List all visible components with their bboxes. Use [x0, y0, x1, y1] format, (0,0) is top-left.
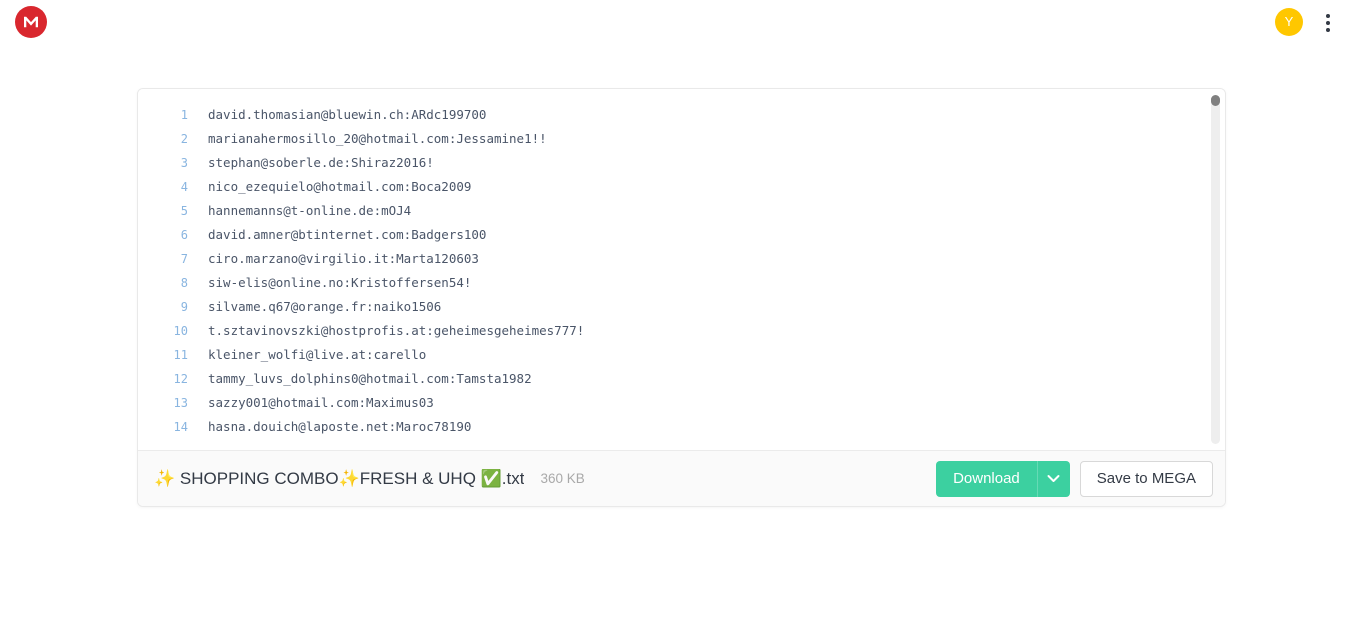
line-number: 14 [173, 420, 188, 434]
line-text[interactable]: siw-elis@online.no:Kristoffersen54! [188, 271, 471, 295]
code-line: 9 silvame.q67@orange.fr:naiko1506 [138, 295, 1225, 319]
chevron-down-icon [1047, 475, 1060, 482]
code-line: 5 hannemanns@t-online.de:mOJ4 [138, 199, 1225, 223]
line-text[interactable]: silvame.q67@orange.fr:naiko1506 [188, 295, 441, 319]
top-bar: Y [0, 0, 1360, 45]
line-text[interactable]: marianahermosillo_20@hotmail.com:Jessami… [188, 127, 547, 151]
avatar[interactable]: Y [1275, 8, 1303, 36]
text-viewer[interactable]: 1 david.thomasian@bluewin.ch:ARdc199700 2 m… [138, 89, 1225, 450]
line-number: 10 [173, 324, 188, 338]
mega-m-glyph [24, 16, 38, 28]
code-line: 11 kleiner_wolfi@live.at:carello [138, 343, 1225, 367]
line-number: 1 [180, 108, 188, 122]
code-line: 8 siw-elis@online.no:Kristoffersen54! [138, 271, 1225, 295]
kebab-dot [1326, 21, 1330, 25]
file-size: 360 KB [540, 471, 585, 486]
line-number: 7 [180, 252, 188, 266]
line-text[interactable]: ciro.marzano@virgilio.it:Marta120603 [188, 247, 479, 271]
code-line: 6 david.amner@btinternet.com:Badgers100 [138, 223, 1225, 247]
line-number: 9 [180, 300, 188, 314]
line-text[interactable]: david.thomasian@bluewin.ch:ARdc199700 [188, 103, 486, 127]
line-number: 8 [180, 276, 188, 290]
line-text[interactable]: sazzy001@hotmail.com:Maximus03 [188, 391, 434, 415]
line-number: 11 [173, 348, 188, 362]
code-line-list: 1 david.thomasian@bluewin.ch:ARdc199700 2 m… [138, 103, 1225, 439]
line-number: 4 [180, 180, 188, 194]
download-options-button[interactable] [1036, 460, 1070, 497]
code-line: 2 marianahermosillo_20@hotmail.com:Jessam… [138, 127, 1225, 151]
code-line: 7 ciro.marzano@virgilio.it:Marta120603 [138, 247, 1225, 271]
line-text[interactable]: tammy_luvs_dolphins0@hotmail.com:Tamsta1… [188, 367, 532, 391]
line-text[interactable]: nico_ezequielo@hotmail.com:Boca2009 [188, 175, 471, 199]
line-text[interactable]: hannemanns@t-online.de:mOJ4 [188, 199, 411, 223]
save-to-mega-button[interactable]: Save to MEGA [1079, 460, 1213, 497]
line-number: 2 [180, 132, 188, 146]
code-line: 13 sazzy001@hotmail.com:Maximus03 [138, 391, 1225, 415]
kebab-dot [1326, 28, 1330, 32]
line-text[interactable]: david.amner@btinternet.com:Badgers100 [188, 223, 486, 247]
line-number: 5 [180, 204, 188, 218]
kebab-dot [1326, 14, 1330, 18]
file-meta: ✨ SHOPPING COMBO✨FRESH & UHQ ✅.txt 360 K… [154, 469, 936, 489]
code-line: 14 hasna.douich@laposte.net:Maroc78190 [138, 415, 1225, 439]
code-line: 10 t.sztavinovszki@hostprofis.at:geheimes… [138, 319, 1225, 343]
viewer-scrollbar-track[interactable] [1211, 95, 1220, 444]
action-buttons: Download Save to MEGA [936, 460, 1213, 497]
download-button-group: Download [936, 460, 1070, 497]
line-number: 6 [180, 228, 188, 242]
line-text[interactable]: stephan@soberle.de:Shiraz2016! [188, 151, 434, 175]
line-text[interactable]: t.sztavinovszki@hostprofis.at:geheimesge… [188, 319, 584, 343]
code-line: 1 david.thomasian@bluewin.ch:ARdc199700 [138, 103, 1225, 127]
download-button[interactable]: Download [936, 461, 1037, 497]
file-name: ✨ SHOPPING COMBO✨FRESH & UHQ ✅.txt [154, 468, 525, 488]
kebab-menu-icon[interactable] [1316, 10, 1340, 36]
line-number: 13 [173, 396, 188, 410]
line-text[interactable]: hasna.douich@laposte.net:Maroc78190 [188, 415, 471, 439]
file-preview-card: 1 david.thomasian@bluewin.ch:ARdc199700 2 m… [137, 88, 1226, 507]
code-line: 4 nico_ezequielo@hotmail.com:Boca2009 [138, 175, 1225, 199]
code-line: 12 tammy_luvs_dolphins0@hotmail.com:Tamst… [138, 367, 1225, 391]
file-info-bar: ✨ SHOPPING COMBO✨FRESH & UHQ ✅.txt 360 K… [138, 450, 1225, 506]
line-number: 3 [180, 156, 188, 170]
viewer-scrollbar-thumb[interactable] [1211, 95, 1220, 106]
code-line: 3 stephan@soberle.de:Shiraz2016! [138, 151, 1225, 175]
mega-logo[interactable] [15, 6, 47, 38]
line-text[interactable]: kleiner_wolfi@live.at:carello [188, 343, 426, 367]
line-number: 12 [173, 372, 188, 386]
